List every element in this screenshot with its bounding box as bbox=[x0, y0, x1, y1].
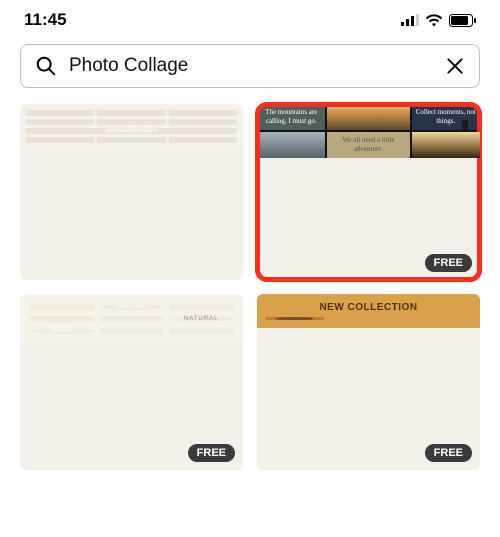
circle-label: WARM bbox=[30, 328, 94, 334]
quote-cell: Collect moments, not things. bbox=[412, 104, 480, 130]
template-card-newcollection[interactable]: NEW COLLECTION FREE bbox=[257, 294, 480, 470]
quote-cell: We all need a little adventure. bbox=[327, 132, 409, 158]
circle-label: NATURAL bbox=[169, 316, 233, 322]
wifi-icon bbox=[425, 14, 443, 27]
free-badge: FREE bbox=[425, 444, 472, 462]
template-card-mountains[interactable]: The mountains are calling, I must go. Co… bbox=[257, 104, 480, 280]
quote-cell: The mountains are calling, I must go. bbox=[257, 104, 325, 130]
free-badge: FREE bbox=[188, 444, 235, 462]
search-icon bbox=[35, 55, 57, 77]
template-title: NEW COLLECTION bbox=[265, 302, 472, 317]
template-card-interior[interactable]: www.reallygreatsite bbox=[20, 104, 243, 280]
photo-cell bbox=[412, 132, 480, 158]
status-time: 11:45 bbox=[24, 10, 67, 30]
template-grid: www.reallygreatsite The mountains are ca… bbox=[0, 96, 500, 470]
search-box[interactable] bbox=[20, 44, 480, 88]
clear-icon[interactable] bbox=[445, 56, 465, 76]
battery-icon bbox=[449, 14, 476, 27]
free-badge: FREE bbox=[425, 254, 472, 272]
status-indicators bbox=[401, 14, 476, 27]
template-caption: www.reallygreatsite bbox=[26, 128, 237, 134]
circle-label: EARTHY bbox=[100, 304, 164, 310]
template-card-earthy[interactable]: EARTHY NATURAL WARM FREE bbox=[20, 294, 243, 470]
search-container bbox=[0, 36, 500, 96]
photo-cell bbox=[257, 132, 325, 158]
search-input[interactable] bbox=[69, 55, 433, 77]
status-bar: 11:45 bbox=[0, 0, 500, 36]
photo-cell bbox=[327, 104, 409, 130]
cellular-icon bbox=[401, 14, 419, 26]
